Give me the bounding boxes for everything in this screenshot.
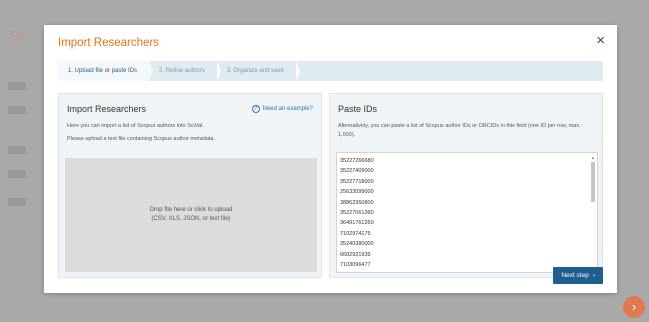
stepper: 1. Upload file or paste IDs 2. Refine au…	[58, 61, 603, 81]
paste-ids-panel: Paste IDs Alternatively, you can paste a…	[329, 93, 603, 278]
id-row: 6602921939	[340, 251, 371, 258]
import-researchers-modal: Import Researchers × 1. Upload file or p…	[44, 25, 617, 293]
paste-ids-description: Alternatively, you can paste a list of S…	[338, 123, 581, 138]
next-step-label: Next step	[561, 272, 589, 279]
file-dropzone[interactable]: Drop file here or click to upload (CSV, …	[65, 158, 317, 272]
id-row: 36491761260	[340, 220, 374, 227]
id-row: 35227718000	[340, 178, 374, 185]
background-nav-item	[8, 106, 26, 114]
ids-textarea[interactable]: 35227266680 35227409000 35227718000 2563…	[336, 152, 598, 273]
background-nav-item	[8, 82, 26, 90]
help-icon: ?	[251, 105, 260, 113]
id-row: 35227409000	[340, 168, 374, 175]
background-nav-item	[8, 170, 26, 178]
scroll-up-icon[interactable]: ▲	[590, 155, 596, 160]
paste-ids-title: Paste IDs	[338, 104, 378, 114]
dropzone-formats: (CSV, XLS, JSON, or text file)	[151, 216, 231, 222]
background-nav-item	[8, 198, 26, 206]
id-row: 38862360800	[340, 199, 374, 206]
id-row: 25633099000	[340, 189, 374, 196]
background-app-title: Sc	[10, 28, 26, 43]
id-row: 7103096477	[340, 262, 371, 269]
chevron-right-icon[interactable]: ›	[623, 296, 645, 318]
dropzone-label: Drop file here or click to upload	[149, 207, 233, 213]
need-example-label: Need an example?	[262, 106, 313, 112]
ids-scrollbar[interactable]: ▲ ▼	[590, 155, 596, 272]
ids-list: 35227266680 35227409000 35227718000 2563…	[340, 156, 374, 270]
id-row: 7102974175	[340, 230, 371, 237]
upload-description: Here you can import a list of Scopus aut…	[67, 123, 204, 129]
upload-panel: Import Researchers ? Need an example? He…	[58, 93, 322, 278]
upload-instruction: Please upload a text file containing Sco…	[67, 136, 215, 142]
need-example-link[interactable]: ? Need an example?	[251, 105, 313, 113]
background-nav-item	[8, 146, 26, 154]
next-step-button[interactable]: Next step ›	[553, 267, 603, 284]
modal-title: Import Researchers	[58, 37, 159, 49]
chevron-right-icon: ›	[592, 272, 595, 279]
step-upload[interactable]: 1. Upload file or paste IDs	[58, 61, 154, 81]
step-organize-save[interactable]: 3. Organize and save	[217, 61, 300, 81]
upload-panel-title: Import Researchers	[67, 104, 147, 114]
step-refine-authors[interactable]: 2. Refine authors	[149, 61, 221, 81]
id-row: 35240380000	[340, 241, 374, 248]
scroll-thumb[interactable]	[591, 162, 595, 202]
id-row: 35227266680	[340, 158, 374, 164]
id-row: 35227061360	[340, 210, 374, 217]
close-icon[interactable]: ×	[596, 33, 605, 48]
